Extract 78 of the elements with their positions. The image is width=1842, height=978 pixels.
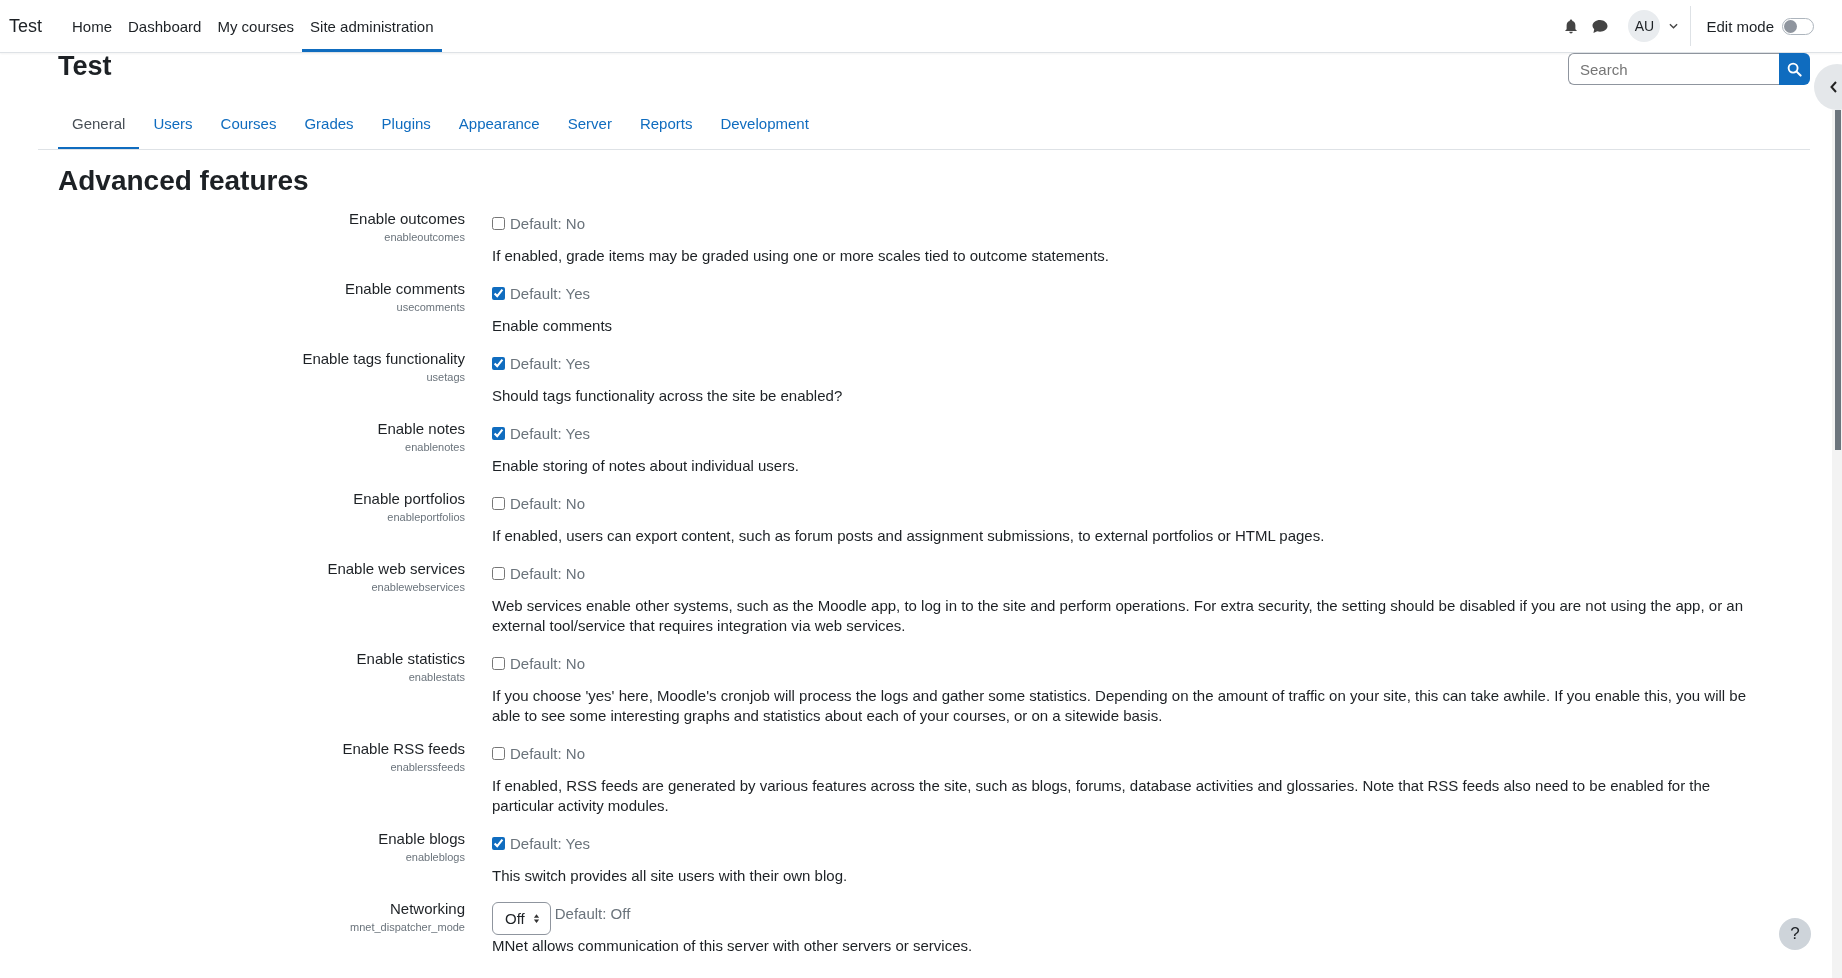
setting-checkbox[interactable]: [492, 287, 505, 301]
edit-mode-toggle[interactable]: [1782, 17, 1814, 35]
scrollbar-thumb[interactable]: [1835, 110, 1841, 450]
setting-key: usecomments: [396, 300, 465, 313]
setting-checkbox[interactable]: [492, 747, 505, 761]
setting-checkbox[interactable]: [492, 657, 505, 671]
setting-label: Enable comments: [344, 279, 465, 297]
setting-checkbox[interactable]: [492, 217, 505, 231]
setting-label: Enable statistics: [356, 649, 465, 667]
chat-bubble-icon[interactable]: [1592, 18, 1609, 34]
default-value: Default: No: [510, 745, 586, 763]
setting-checkbox[interactable]: [492, 567, 505, 581]
default-value: Default: Yes: [510, 285, 591, 303]
tab[interactable]: General: [58, 103, 140, 149]
setting-description: If enabled, grade items may be graded using one or more scales tied to outcome statements.: [492, 245, 1110, 266]
help-button[interactable]: ?: [1779, 918, 1811, 950]
setting-label: Enable outcomes: [349, 209, 465, 227]
default-value: Default: Yes: [510, 355, 591, 373]
setting-key: enableblogs: [405, 850, 465, 863]
setting-description: If enabled, users can export content, such as forum posts and assignment submissions, to external portfolios or HTML pages.: [492, 525, 1326, 546]
nav-link[interactable]: Home: [64, 3, 121, 52]
tab[interactable]: Server: [553, 103, 626, 149]
select-dropdown[interactable]: Off: [492, 902, 551, 936]
section-title: Advanced features: [58, 164, 310, 198]
setting-description: Enable comments: [492, 315, 614, 336]
setting-description: If you choose 'yes' here, Moodle's cronjob will process the logs and gather some statistics. Depending on the amount of traffic on your site, this can take awhile. If you enable this, you will be able to see some interesting graphs and statistics about each of your courses, or on a sitewide basis.: [492, 685, 1747, 726]
tab[interactable]: Grades: [290, 103, 368, 149]
setting-label: Enable web services: [327, 559, 465, 577]
default-value: Default: No: [510, 655, 586, 673]
default-value: Default: Yes: [510, 425, 591, 443]
setting-label: Enable RSS feeds: [342, 739, 465, 757]
chevron-left-icon: [1830, 81, 1838, 93]
setting-key: enablewebservices: [371, 580, 465, 593]
setting-key: enablerssfeeds: [390, 760, 465, 773]
tab[interactable]: Courses: [206, 103, 291, 149]
setting-label: Enable portfolios: [353, 489, 465, 507]
setting-checkbox[interactable]: [492, 427, 505, 441]
setting-description: Web services enable other systems, such as the Moodle app, to log in to the site and perform operations. For extra security, the setting should be disabled if you are not using the app, or an external tool/service that requires integration via web services.: [492, 595, 1744, 636]
setting-description: Enable storing of notes about individual users.: [492, 455, 800, 476]
default-value: Default: Yes: [510, 835, 591, 853]
user-avatar[interactable]: AU: [1628, 10, 1661, 42]
page-title: Test: [58, 53, 112, 80]
tab[interactable]: Plugins: [367, 103, 445, 149]
search-icon: [1787, 61, 1802, 77]
setting-key: usetags: [426, 370, 465, 383]
tab[interactable]: Development: [706, 103, 823, 149]
tab[interactable]: Users: [139, 103, 207, 149]
setting-key: enablestats: [408, 670, 465, 683]
setting-checkbox[interactable]: [492, 497, 505, 511]
setting-checkbox[interactable]: [492, 357, 505, 371]
bell-icon[interactable]: [1564, 18, 1579, 34]
nav-link[interactable]: Site administration: [302, 3, 442, 52]
caret-icon[interactable]: [1669, 23, 1679, 29]
setting-description: This switch provides all site users with their own blog.: [492, 865, 849, 886]
nav-link[interactable]: Dashboard: [120, 3, 210, 52]
tab[interactable]: Appearance: [444, 103, 554, 149]
default-value: Default: No: [510, 495, 586, 513]
default-value: Default: Off: [554, 905, 631, 923]
setting-label: Enable blogs: [378, 829, 465, 847]
setting-checkbox[interactable]: [492, 837, 505, 851]
setting-description: If enabled, RSS feeds are generated by various features across the site, such as blogs, forums, database activities and glossaries. Note that RSS feeds also need to be enabled for the particular activity modules.: [492, 775, 1712, 816]
default-value: Default: No: [510, 565, 586, 583]
setting-label: Networking: [389, 899, 465, 917]
setting-description: MNet allows communication of this server with other servers or services.: [492, 935, 974, 956]
setting-key: enableportfolios: [387, 510, 465, 523]
edit-mode-label: Edit mode: [1706, 17, 1774, 35]
setting-key: enablenotes: [405, 440, 465, 453]
setting-label: Enable tags functionality: [302, 349, 465, 367]
search-button[interactable]: [1779, 53, 1810, 85]
sort-arrows-icon: [532, 913, 540, 925]
setting-label: Enable notes: [377, 419, 465, 437]
nav-link[interactable]: My courses: [209, 3, 303, 52]
site-name[interactable]: Test: [0, 0, 64, 52]
setting-description: Should tags functionality across the site be enabled?: [492, 385, 844, 406]
default-value: Default: No: [510, 215, 586, 233]
setting-key: enableoutcomes: [384, 230, 465, 243]
tab[interactable]: Reports: [625, 103, 707, 149]
setting-key: mnet_dispatcher_mode: [350, 920, 465, 933]
